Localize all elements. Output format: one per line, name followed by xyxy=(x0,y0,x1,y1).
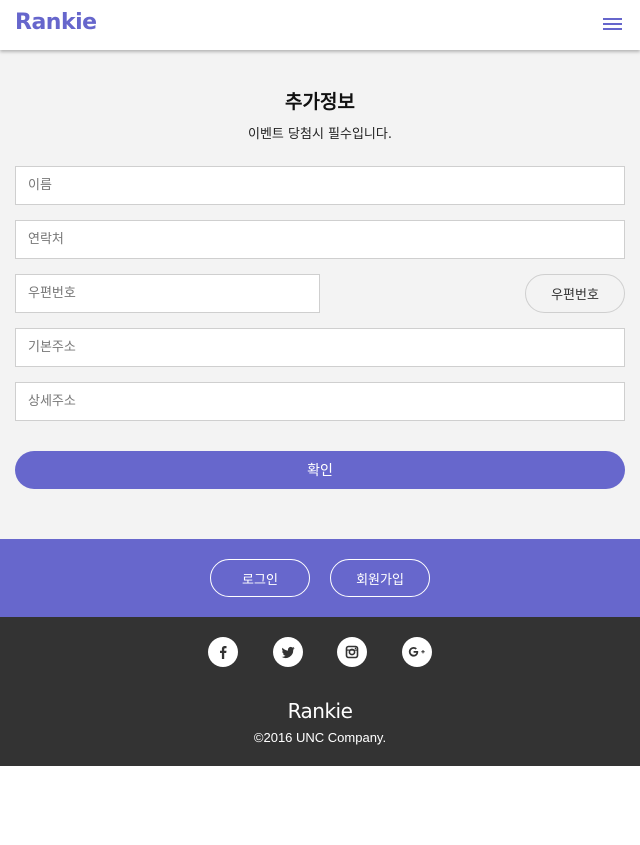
instagram-icon[interactable] xyxy=(337,637,367,667)
login-button[interactable]: 로그인 xyxy=(210,559,310,597)
confirm-button[interactable]: 확인 xyxy=(15,451,625,489)
auth-bar: 로그인 회원가입 xyxy=(0,539,640,617)
name-input[interactable] xyxy=(15,166,625,205)
address-input[interactable] xyxy=(15,328,625,367)
page-subtitle: 이벤트 당첨시 필수입니다. xyxy=(248,127,392,142)
facebook-icon[interactable] xyxy=(208,637,238,667)
google-plus-icon[interactable] xyxy=(402,637,432,667)
signup-button[interactable]: 회원가입 xyxy=(330,559,430,597)
zipcode-search-button[interactable]: 우편번호 xyxy=(525,274,625,313)
logo[interactable]: Rankie xyxy=(15,10,97,35)
address-detail-input[interactable] xyxy=(15,382,625,421)
copyright-text: ©2016 UNC Company. xyxy=(253,730,387,745)
footer-logo: Rankie xyxy=(287,699,353,723)
footer: Rankie ©2016 UNC Company. xyxy=(0,617,640,766)
page-title: 추가정보 xyxy=(285,91,355,113)
additional-info-section: 추가정보 이벤트 당첨시 필수입니다. 우편번호 확인 xyxy=(0,50,640,539)
phone-input[interactable] xyxy=(15,220,625,259)
hamburger-menu-icon[interactable] xyxy=(600,15,626,35)
zipcode-input[interactable] xyxy=(15,274,320,313)
twitter-icon[interactable] xyxy=(273,637,303,667)
app-header: Rankie xyxy=(0,0,640,50)
